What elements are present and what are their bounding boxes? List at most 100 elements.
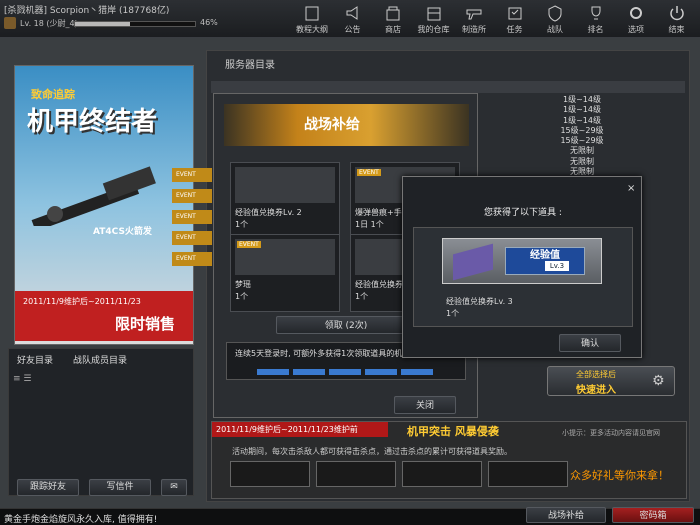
banner-gifts: 众多好礼等你来拿！ <box>570 469 669 482</box>
supply-button[interactable]: 战场补给 <box>526 507 606 523</box>
book-icon <box>305 6 319 21</box>
reward-modal: × 您获得了以下道具 : 经验值 Lv.3 经验值兑换券Lv. 3 1个 确认 <box>402 176 642 358</box>
claim-button[interactable]: 领取 (2次) <box>276 316 416 334</box>
shield-icon <box>548 5 562 22</box>
confirm-button[interactable]: 确认 <box>559 334 621 352</box>
gun-icon <box>466 9 482 20</box>
nav-label: 教程大纲 <box>296 25 328 34</box>
tab-friends[interactable]: 好友目录 <box>17 353 53 367</box>
nav-item-exit[interactable]: 结束 <box>657 2 697 36</box>
task-icon <box>508 7 521 20</box>
tab-clan-members[interactable]: 战队成员目录 <box>73 353 127 367</box>
server-level: 无限制 <box>570 156 594 166</box>
progress-segment <box>401 369 433 375</box>
promo-date: 2011/11/9维护后~2011/11/23 <box>23 297 141 306</box>
event-tag: EVENT <box>172 168 212 182</box>
nav-item-task[interactable]: 任务 <box>495 2 535 36</box>
exp-bar <box>74 21 196 27</box>
player-name: [杀戮机器] Scorpion丶猎岸 (187768亿) <box>4 6 170 16</box>
progress-segment <box>329 369 361 375</box>
quick-enter-button[interactable]: 全部选择后 快速进入 ⚙ <box>547 366 675 396</box>
reward-slot <box>402 461 482 487</box>
side-event-tags: EVENT EVENT EVENT EVENT EVENT <box>172 168 212 273</box>
banner-date: 2011/11/9维护后~2011/11/23维护前 <box>212 422 388 437</box>
ticker-text: 黄金手炮金焰旋风永久入库, 值得拥有! <box>4 515 158 525</box>
event-tag: EVENT <box>357 169 381 176</box>
item-name: 梦瑶 <box>235 280 251 289</box>
item-qty: 1个 <box>355 292 369 301</box>
item-qty: 1个 <box>235 292 249 301</box>
event-tag: EVENT <box>172 252 212 266</box>
nav-item-warehouse[interactable]: 我的仓库 <box>414 2 454 36</box>
friend-panel: 好友目录 战队成员目录 ≡ ☰ 跟踪好友 写信件 ✉ <box>8 348 194 496</box>
reward-slot <box>230 461 310 487</box>
rank-icon <box>4 17 16 29</box>
nav-label: 排名 <box>587 25 604 34</box>
reward-item-box: 经验值 Lv.3 经验值兑换券Lv. 3 1个 <box>413 227 633 327</box>
close-button[interactable]: 关闭 <box>394 396 456 414</box>
promo-banner[interactable]: 致命追踪 机甲终结者 AT4CS火箭发 2011/11/9维护后~2011/11… <box>14 65 194 345</box>
player-info: [杀戮机器] Scorpion丶猎岸 (187768亿) Lv. 18 (少尉_… <box>4 3 218 33</box>
player-level: Lv. 18 (少尉_4) <box>20 19 78 28</box>
nav-item-trophy[interactable]: 排名 <box>576 2 616 36</box>
supply-item[interactable]: EVENT 梦瑶 1个 <box>230 234 340 312</box>
nav-item-gear[interactable]: 选项 <box>616 2 656 36</box>
quick-enter-label: 快速进入 <box>576 385 616 396</box>
friend-list-item[interactable]: ≡ ☰ <box>13 374 31 384</box>
nav-label: 商店 <box>385 25 401 34</box>
item-name: 经验值兑换券Lv. 2 <box>235 208 302 217</box>
event-tag: EVENT <box>172 189 212 203</box>
mail-icon[interactable]: ✉ <box>161 479 187 496</box>
write-mail-button[interactable]: 写信件 <box>89 479 151 496</box>
login-bonus-text: 连续5天登录时, 可额外多获得1次领取道具的机会。 <box>235 349 419 358</box>
nav-label: 战队 <box>547 25 563 34</box>
server-level: 1级~14级 <box>563 95 601 104</box>
safe-button[interactable]: 密码箱 <box>612 507 694 523</box>
item-name: 爆弹兽痕+手 <box>355 208 402 217</box>
trophy-icon <box>591 6 600 20</box>
reward-item-name: 经验值兑换券Lv. 3 <box>446 297 513 306</box>
promo-weapon: AT4CS火箭发 <box>93 227 152 237</box>
exp-ticket-image: 经验值 Lv.3 <box>442 238 602 284</box>
progress-segment <box>293 369 325 375</box>
event-banner: 2011/11/9维护后~2011/11/23维护前 机甲突击 风暴侵袭 小提示… <box>211 421 687 499</box>
server-list-title: 服务器目录 <box>225 60 275 71</box>
nav-item-megaphone[interactable]: 公告 <box>333 2 373 36</box>
banner-description: 活动期间，每次击杀敌人都可获得击杀点，通过击杀点的累计可获得道具奖励。 <box>232 447 512 456</box>
server-table-header <box>211 81 685 93</box>
item-qty: 1日 1个 <box>355 220 384 229</box>
item-qty: 1个 <box>235 220 249 229</box>
close-icon[interactable]: × <box>627 183 635 194</box>
server-level: 15级~29级 <box>560 125 604 135</box>
nav-label: 选项 <box>628 25 644 34</box>
character-image: EVENT <box>235 239 335 275</box>
megaphone-icon <box>346 6 357 20</box>
promo-title: 机甲终结者 <box>27 107 158 137</box>
server-level: 15级~29级 <box>560 136 604 146</box>
warehouse-icon <box>427 7 440 21</box>
nav-label: 结束 <box>668 25 685 34</box>
promo-sale-band: 2011/11/9维护后~2011/11/23 限时销售 <box>15 291 193 341</box>
item-name: 经验值兑换券 <box>355 280 403 289</box>
exp-percent: 46% <box>200 18 218 27</box>
event-tag: EVENT <box>237 241 261 248</box>
supply-item[interactable]: 经验值兑换券Lv. 2 1个 <box>230 162 340 240</box>
progress-segment <box>257 369 289 375</box>
supply-title: 战场补给 <box>304 117 360 133</box>
nav-item-shield[interactable]: 战队 <box>535 2 575 36</box>
gear-icon[interactable]: ⚙ <box>652 373 665 389</box>
envelope-icon <box>453 243 493 281</box>
exp-fill <box>75 22 131 26</box>
nav-item-gun[interactable]: 制造所 <box>454 2 494 36</box>
nav-label: 公告 <box>344 25 361 34</box>
event-tag: EVENT <box>172 231 212 245</box>
nav-item-book[interactable]: 教程大纲 <box>292 2 332 36</box>
promo-subtitle: 致命追踪 <box>31 88 75 101</box>
reward-slot <box>316 461 396 487</box>
banner-event-title: 机甲突击 风暴侵袭 <box>407 425 499 438</box>
add-friend-button[interactable]: 跟踪好友 <box>17 479 79 496</box>
banner-tip: 小提示：更多活动内容请见官网 <box>562 429 660 437</box>
nav-item-shop[interactable]: 商店 <box>373 2 413 36</box>
promo-sale: 限时销售 <box>115 315 176 333</box>
supply-header: 战场补给 <box>224 104 469 146</box>
